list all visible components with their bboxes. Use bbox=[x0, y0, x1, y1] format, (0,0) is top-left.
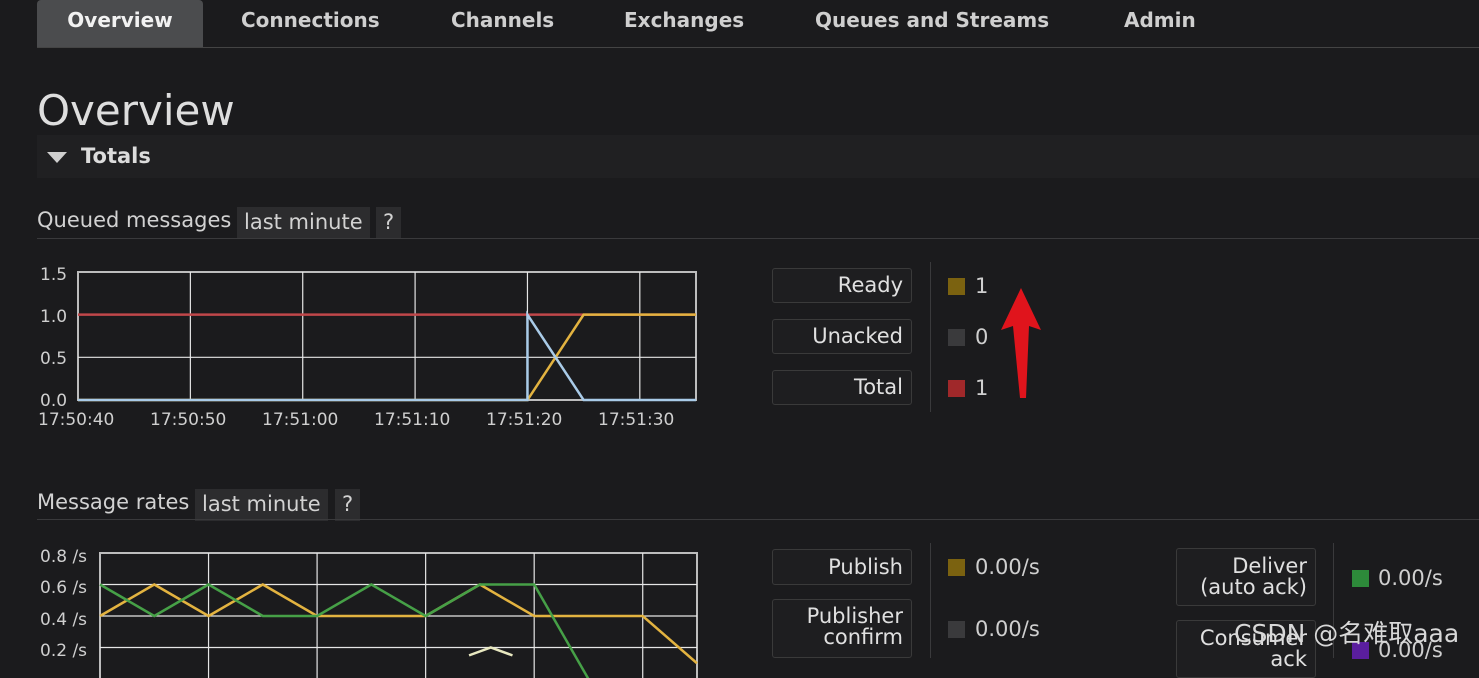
tab-queues-and-streams[interactable]: Queues and Streams bbox=[815, 0, 1049, 47]
ready-swatch bbox=[948, 278, 965, 295]
x-tick: 17:51:30 bbox=[598, 410, 674, 430]
nav-underline bbox=[37, 47, 1479, 48]
caret-down-icon[interactable] bbox=[47, 152, 67, 163]
legend-publisher-confirm-button[interactable]: Publisher confirm bbox=[772, 599, 912, 658]
legend-deliver-auto-ack-button[interactable]: Deliver (auto ack) bbox=[1176, 548, 1316, 606]
x-tick: 17:51:10 bbox=[374, 410, 450, 430]
legend-publish-button[interactable]: Publish bbox=[772, 549, 912, 585]
legend-unacked-button[interactable]: Unacked bbox=[772, 319, 912, 354]
y-tick: 0.4 /s bbox=[40, 610, 87, 630]
totals-title[interactable]: Totals bbox=[81, 144, 151, 168]
deliver-auto-ack-value: 0.00/s bbox=[1378, 566, 1443, 590]
message-rates-label: Message rates bbox=[37, 490, 189, 514]
x-tick: 17:51:20 bbox=[486, 410, 562, 430]
x-tick: 17:50:50 bbox=[150, 410, 226, 430]
deliver-auto-ack-swatch bbox=[1352, 570, 1369, 587]
total-value: 1 bbox=[975, 376, 988, 400]
tab-exchanges[interactable]: Exchanges bbox=[624, 0, 744, 47]
totals-section-header[interactable] bbox=[37, 135, 1479, 178]
queued-help-button[interactable]: ? bbox=[376, 207, 401, 239]
watermark-text: CSDN @名难取aaa bbox=[1234, 614, 1459, 650]
y-tick: 0.8 /s bbox=[40, 547, 87, 567]
tab-overview[interactable]: Overview bbox=[37, 0, 203, 47]
y-tick: 0.0 bbox=[40, 391, 67, 411]
queued-range-select[interactable]: last minute bbox=[237, 207, 370, 239]
queued-messages-label: Queued messages bbox=[37, 208, 231, 232]
rates-help-button[interactable]: ? bbox=[335, 489, 360, 521]
tab-connections[interactable]: Connections bbox=[241, 0, 380, 47]
page-title: Overview bbox=[37, 86, 235, 135]
ready-value: 1 bbox=[975, 274, 988, 298]
y-tick: 0.5 bbox=[40, 349, 67, 369]
rates-divider bbox=[37, 519, 1479, 520]
publish-value: 0.00/s bbox=[975, 555, 1040, 579]
legend-ready-button[interactable]: Ready bbox=[772, 268, 912, 303]
publisher-confirm-swatch bbox=[948, 621, 965, 638]
legend-separator bbox=[930, 262, 931, 412]
x-tick: 17:51:00 bbox=[262, 410, 338, 430]
x-tick: 17:50:40 bbox=[38, 410, 114, 430]
tab-channels[interactable]: Channels bbox=[451, 0, 554, 47]
message-rates-chart bbox=[100, 553, 698, 678]
rates-range-select[interactable]: last minute bbox=[195, 489, 328, 521]
total-swatch bbox=[948, 380, 965, 397]
unacked-swatch bbox=[948, 329, 965, 346]
tab-admin[interactable]: Admin bbox=[1124, 0, 1196, 47]
chart-frame bbox=[78, 272, 696, 400]
publish-swatch bbox=[948, 559, 965, 576]
red-arrow-icon bbox=[1000, 288, 1045, 400]
queued-messages-chart bbox=[78, 272, 698, 402]
legend-separator bbox=[930, 543, 931, 658]
unacked-value: 0 bbox=[975, 325, 988, 349]
y-tick: 0.2 /s bbox=[40, 641, 87, 661]
publisher-confirm-value: 0.00/s bbox=[975, 617, 1040, 641]
y-tick: 0.6 /s bbox=[40, 578, 87, 598]
queued-divider bbox=[37, 238, 1479, 239]
legend-total-button[interactable]: Total bbox=[772, 370, 912, 405]
y-tick: 1.5 bbox=[40, 265, 67, 285]
y-tick: 1.0 bbox=[40, 307, 67, 327]
